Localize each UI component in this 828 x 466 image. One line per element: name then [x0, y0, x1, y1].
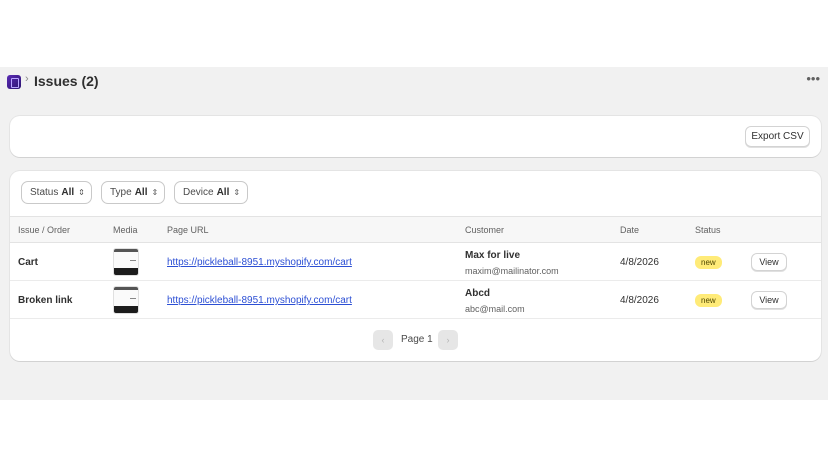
issue-name: Cart [18, 257, 39, 268]
issue-date: 4/8/2026 [620, 295, 659, 306]
app-logo-icon[interactable] [7, 75, 21, 89]
view-button[interactable]: View [751, 291, 787, 309]
type-filter-value: All [134, 187, 148, 198]
issue-date: 4/8/2026 [620, 257, 659, 268]
status-badge: new [695, 256, 722, 269]
customer-name: Max for live [465, 250, 521, 261]
type-filter[interactable]: Type All ⇕ [101, 181, 165, 204]
view-button[interactable]: View [751, 253, 787, 271]
column-header-page-url: Page URL [167, 225, 209, 235]
column-header-issue: Issue / Order [18, 225, 71, 235]
column-header-media: Media [113, 225, 138, 235]
media-thumbnail[interactable] [113, 248, 139, 276]
column-header-customer: Customer [465, 225, 505, 235]
page-header: › Issues (2) ••• [0, 67, 828, 97]
customer-email: abc@mail.com [465, 304, 525, 314]
issues-card: Status All ⇕ Type All ⇕ Device All ⇕ Iss… [10, 171, 821, 361]
device-filter[interactable]: Device All ⇕ [174, 181, 248, 204]
type-filter-label: Type [110, 187, 132, 198]
breadcrumb-chevron-icon: › [25, 73, 29, 85]
media-thumbnail[interactable] [113, 286, 139, 314]
device-filter-label: Device [183, 187, 214, 198]
status-badge: new [695, 294, 722, 307]
select-arrows-icon: ⇕ [233, 187, 241, 197]
export-csv-button[interactable]: Export CSV [745, 126, 810, 147]
page-indicator: Page 1 [401, 334, 433, 345]
select-arrows-icon: ⇕ [151, 187, 159, 197]
column-header-date: Date [620, 225, 640, 235]
table-row: Cart https://pickleball-8951.myshopify.c… [10, 243, 821, 281]
issue-name: Broken link [18, 295, 73, 306]
status-filter-value: All [61, 187, 75, 198]
app-frame: › Issues (2) ••• Export CSV Status All ⇕… [0, 67, 828, 400]
pagination: ‹ Page 1 › [10, 330, 821, 350]
page-url-link[interactable]: https://pickleball-8951.myshopify.com/ca… [167, 257, 352, 268]
customer-email: maxim@mailinator.com [465, 266, 559, 276]
page-url-link[interactable]: https://pickleball-8951.myshopify.com/ca… [167, 295, 352, 306]
customer-name: Abcd [465, 288, 490, 299]
column-header-status: Status [695, 225, 721, 235]
page-title: Issues (2) [34, 73, 99, 89]
table-header: Issue / Order Media Page URL Customer Da… [10, 216, 821, 243]
status-filter[interactable]: Status All ⇕ [21, 181, 92, 204]
export-card: Export CSV [10, 116, 821, 157]
next-page-button[interactable]: › [438, 330, 458, 350]
device-filter-value: All [216, 187, 230, 198]
previous-page-button[interactable]: ‹ [373, 330, 393, 350]
select-arrows-icon: ⇕ [78, 187, 85, 197]
more-horizontal-icon[interactable]: ••• [806, 71, 820, 86]
table-row: Broken link https://pickleball-8951.mysh… [10, 281, 821, 319]
status-filter-label: Status [30, 187, 59, 198]
